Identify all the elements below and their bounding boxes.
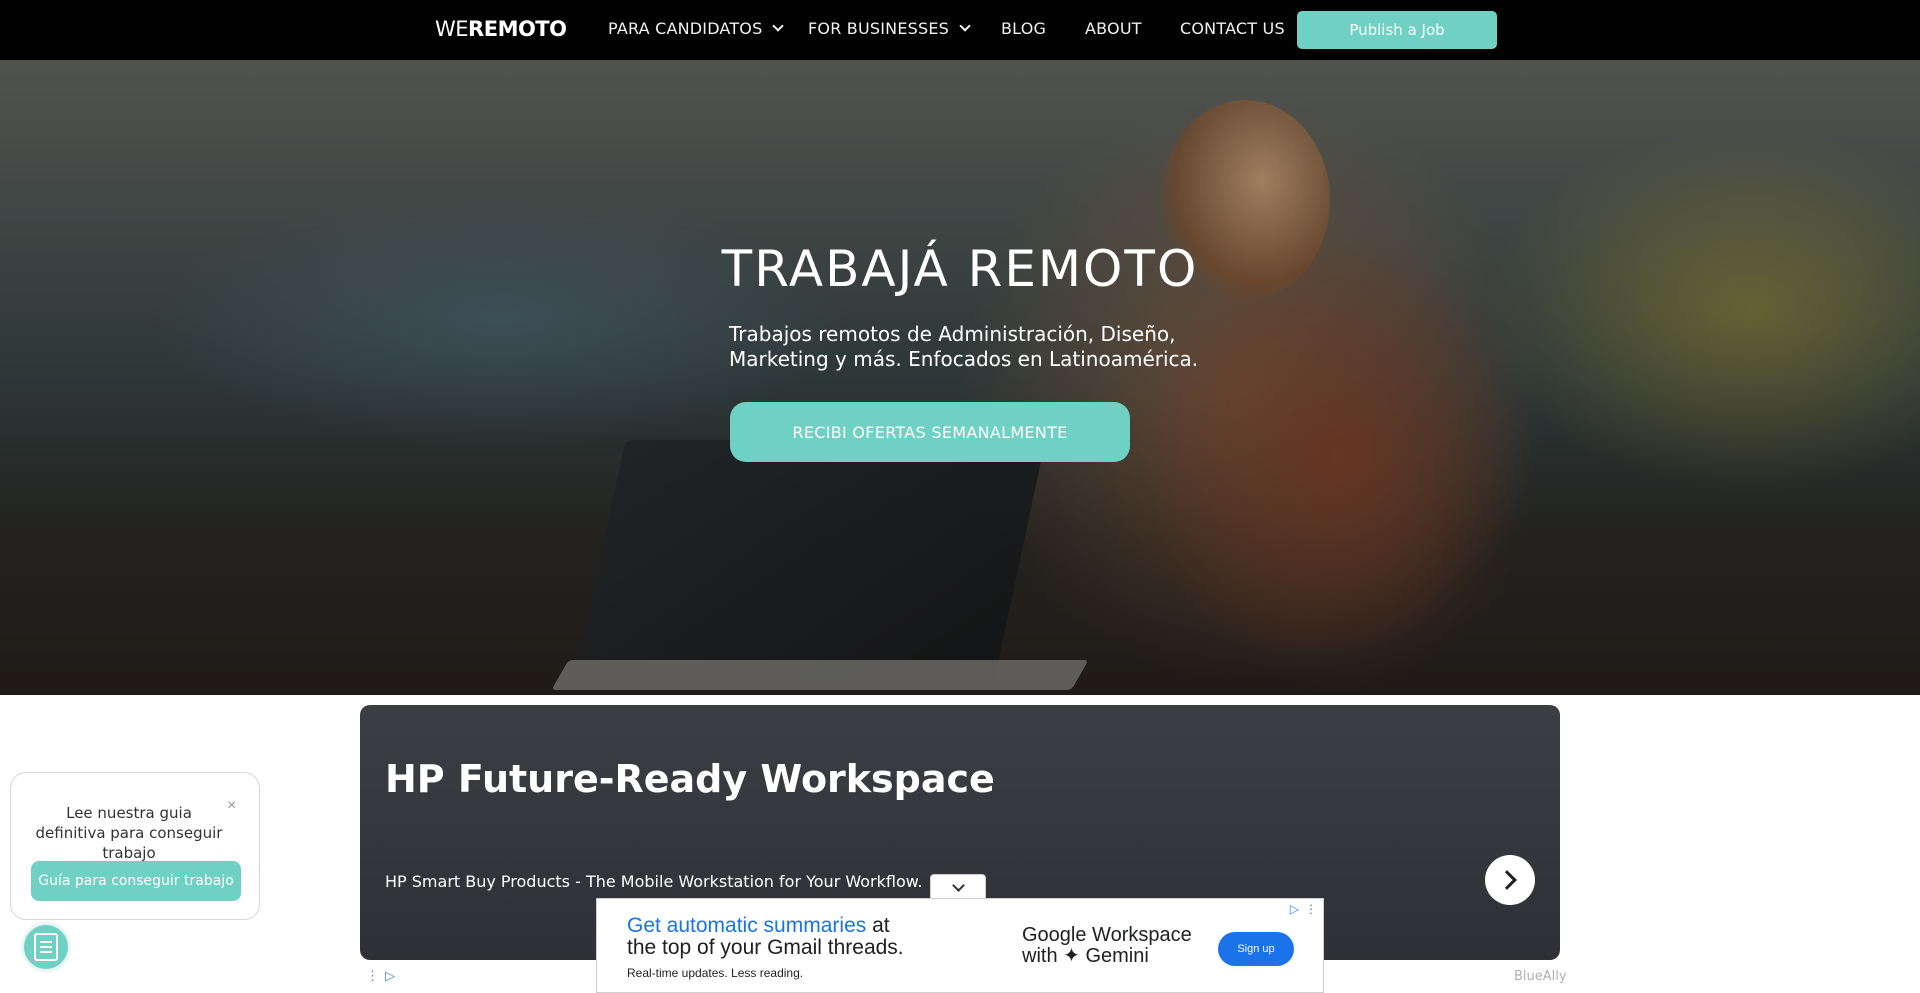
nav-about-label: ABOUT <box>1085 19 1142 38</box>
banner-small-text: Real-time updates. Less reading. <box>627 966 804 980</box>
more-options-icon[interactable]: ⋮ <box>1305 902 1317 916</box>
banner-brand: Google Workspace with ✦ Gemini <box>1022 925 1192 967</box>
chevron-down-icon <box>959 20 971 32</box>
adchoices[interactable]: ⋮ ▷ <box>366 968 395 984</box>
nav-contact-us-label: CONTACT US <box>1180 19 1285 38</box>
banner-headline: Get automatic summaries at the top of yo… <box>627 915 904 959</box>
guide-popup: Lee nuestra guia definitiva para consegu… <box>10 772 260 920</box>
banner-adchoices[interactable]: ▷ ⋮ <box>1290 902 1317 916</box>
close-icon[interactable]: × <box>227 797 236 815</box>
hero-section: TRABAJÁ REMOTO Trabajos remotos de Admin… <box>0 60 1920 695</box>
nav-about[interactable]: ABOUT <box>1085 19 1142 38</box>
ad-brand[interactable]: BlueAlly <box>1514 969 1567 984</box>
banner-brand-line2: with ✦ Gemini <box>1022 945 1149 967</box>
adchoices-icon[interactable]: ▷ <box>1290 902 1299 916</box>
document-icon <box>34 933 58 961</box>
logo-text-light: WE <box>435 17 469 41</box>
banner-collapse-toggle[interactable] <box>930 874 986 900</box>
guide-fab-button[interactable] <box>21 922 71 972</box>
banner-headline-line2: the top of your <box>627 936 768 959</box>
banner-headline-blue: Get automatic summaries <box>627 914 867 937</box>
ad-title[interactable]: HP Future-Ready Workspace <box>385 757 995 801</box>
banner-brand-line1: Google Workspace <box>1022 924 1192 946</box>
subscribe-weekly-button[interactable]: RECIBI OFERTAS SEMANALMENTE <box>730 402 1130 462</box>
guide-button[interactable]: Guía para conseguir trabajo <box>31 861 241 901</box>
nav-para-candidatos[interactable]: PARA CANDIDATOS <box>608 19 785 38</box>
guide-popup-text: Lee nuestra guia definitiva para consegu… <box>35 804 223 862</box>
nav-para-candidatos-label: PARA CANDIDATOS <box>608 19 763 38</box>
more-options-icon[interactable]: ⋮ <box>366 968 379 984</box>
logo-text-bold: REMOTO <box>468 17 567 41</box>
banner-headline-gmail: Gmail threads. <box>767 936 904 959</box>
nav-for-businesses[interactable]: FOR BUSINESSES <box>808 19 971 38</box>
chevron-down-icon <box>772 20 785 32</box>
banner-headline-rest: at <box>866 914 890 937</box>
ad-next-button[interactable] <box>1485 855 1535 905</box>
nav-blog[interactable]: BLOG <box>1001 19 1046 38</box>
nav-contact-us[interactable]: CONTACT US <box>1180 19 1285 38</box>
hero-overlay <box>0 60 1920 695</box>
chevron-down-icon <box>951 879 965 892</box>
hero-title: TRABAJÁ REMOTO <box>721 240 1199 298</box>
nav-blog-label: BLOG <box>1001 19 1047 38</box>
banner-signup-button[interactable]: Sign up <box>1218 932 1294 966</box>
bottom-ad-banner[interactable]: Get automatic summaries at the top of yo… <box>596 898 1324 993</box>
publish-job-button[interactable]: Publish a Job <box>1297 11 1497 49</box>
chevron-right-icon <box>1497 870 1517 890</box>
nav-for-businesses-label: FOR BUSINESSES <box>808 19 950 38</box>
logo[interactable]: WE REMOTO <box>435 14 567 44</box>
navbar: WE REMOTO PARA CANDIDATOS FOR BUSINESSES … <box>0 0 1920 60</box>
ad-description: HP Smart Buy Products - The Mobile Works… <box>385 872 923 891</box>
adchoices-icon[interactable]: ▷ <box>385 968 395 984</box>
hero-subtitle: Trabajos remotos de Administración, Dise… <box>729 322 1199 371</box>
